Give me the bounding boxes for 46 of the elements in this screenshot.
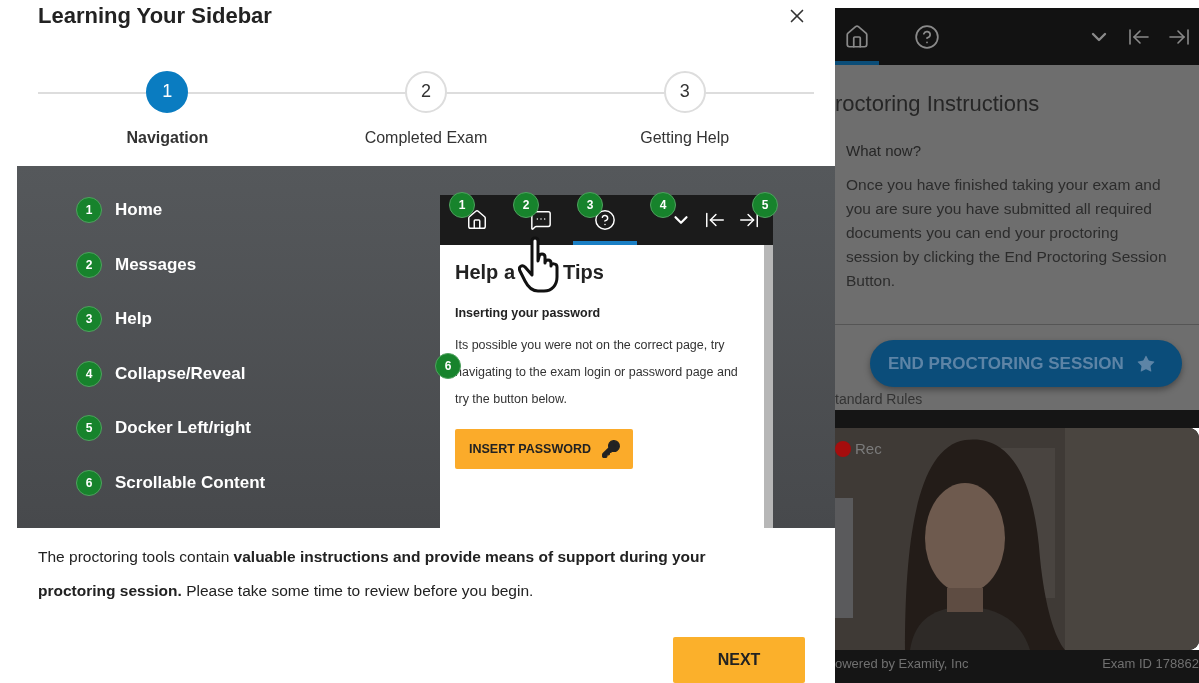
number-badge: 2 — [513, 192, 539, 218]
number-badge: 2 — [76, 251, 102, 278]
panel-heading: roctoring Instructions — [835, 91, 1041, 117]
exam-id: Exam ID 178862 — [1102, 656, 1199, 671]
dialog-title: Learning Your Sidebar — [38, 3, 272, 29]
footer-text: owered by Examity, Inc — [835, 656, 969, 671]
help-text: Its possible you were not on the correct page, try navigating to the exam login or password page and try the button below. — [455, 337, 739, 408]
record-label: Rec — [855, 440, 882, 457]
home-icon — [844, 23, 870, 50]
step-number[interactable]: 3 — [663, 70, 706, 113]
star-icon — [1135, 353, 1156, 374]
section-heading: tandard Rules — [835, 391, 923, 407]
legend-label: Collapse/Reveal — [115, 363, 246, 384]
section-title: Inserting your password — [455, 306, 602, 320]
legend-label: Help — [115, 309, 152, 329]
legend-label: Messages — [115, 254, 197, 275]
insert-password-button[interactable]: INSERT PASSWORD — [455, 429, 633, 469]
step-label: Completed Exam — [364, 128, 488, 147]
instructions-text: Once you have finished taking your exam and you are sure you have submitted all required documents you can end your proctoring session by clicking the End Proctoring Session Button. — [846, 175, 1168, 291]
step-number[interactable]: 2 — [405, 70, 447, 113]
key-icon — [601, 439, 621, 459]
number-badge: 6 — [76, 469, 102, 496]
description-text: The proctoring tools contain valuable instructions and provide means of support during your proctoring session. Please take some time to review before you begin. — [38, 547, 707, 601]
number-badge: 3 — [577, 192, 603, 218]
home-icon — [466, 209, 488, 231]
panel-title: Tips — [563, 261, 604, 284]
scrollbar[interactable] — [764, 245, 773, 528]
step-label: Navigation — [126, 128, 209, 147]
number-badge: 4 — [650, 192, 676, 218]
section-title: What now? — [846, 142, 923, 159]
number-badge: 3 — [76, 306, 102, 332]
step-label: Getting Help — [640, 128, 730, 147]
number-badge: 1 — [449, 192, 475, 218]
number-badge: 1 — [76, 197, 102, 223]
step-number[interactable]: 1 — [146, 70, 189, 113]
message-icon — [530, 209, 552, 231]
panel-title: Help a — [455, 261, 516, 284]
number-badge: 5 — [76, 415, 102, 441]
help-icon — [594, 209, 616, 231]
help-icon — [914, 23, 940, 50]
number-badge: 4 — [76, 360, 102, 387]
legend-label: Docker Left/right — [115, 418, 252, 438]
legend-label: Home — [115, 200, 163, 220]
next-button[interactable]: NEXT — [673, 637, 805, 683]
legend-label: Scrollable Content — [115, 472, 266, 493]
number-badge: 5 — [752, 192, 778, 218]
